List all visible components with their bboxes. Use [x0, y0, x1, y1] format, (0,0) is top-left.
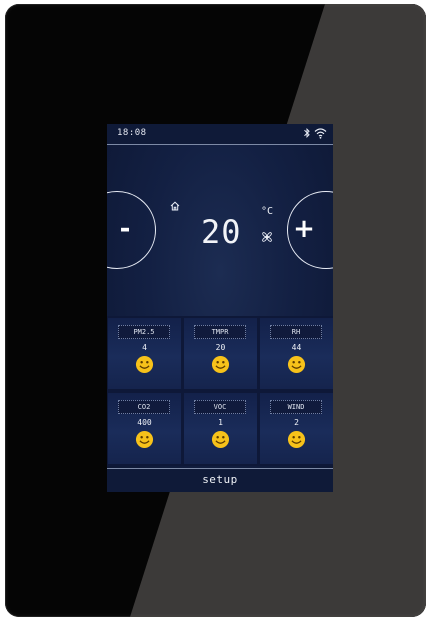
set-temperature: 20	[201, 213, 242, 251]
sensor-tile-voc[interactable]: VOC 1	[184, 393, 257, 464]
temperature-unit: °C	[261, 206, 274, 217]
sensor-tile-co2[interactable]: CO2 400	[108, 393, 181, 464]
sensor-value: 44	[291, 343, 302, 352]
thermostat-device: 18:08 - 20 °C + PM2.5 4 TMPR 20 RH 44 CO…	[5, 4, 426, 617]
footer-bar: setup	[107, 468, 333, 492]
wifi-icon	[314, 128, 327, 139]
sensor-tile-tmpr[interactable]: TMPR 20	[184, 318, 257, 389]
sensor-tile-rh[interactable]: RH 44	[260, 318, 333, 389]
smiley-icon	[211, 355, 230, 374]
plus-label: +	[293, 214, 315, 244]
setup-button[interactable]: setup	[107, 473, 333, 486]
sensor-label: RH	[270, 325, 322, 339]
thermostat-panel: - 20 °C +	[107, 145, 333, 315]
sensor-value: 20	[215, 343, 226, 352]
smiley-icon	[287, 355, 306, 374]
sensor-grid: PM2.5 4 TMPR 20 RH 44 CO2 400 VOC 1 WIND…	[107, 316, 333, 466]
clock-time: 18:08	[117, 128, 147, 138]
smiley-icon	[135, 430, 154, 449]
fan-icon[interactable]	[261, 231, 273, 243]
smiley-icon	[135, 355, 154, 374]
sensor-tile-wind[interactable]: WIND 2	[260, 393, 333, 464]
bluetooth-icon	[304, 127, 310, 139]
sensor-label: PM2.5	[118, 325, 170, 339]
sensor-tile-pm25[interactable]: PM2.5 4	[108, 318, 181, 389]
smiley-icon	[287, 430, 306, 449]
minus-label: -	[119, 214, 131, 244]
sensor-value: 4	[142, 343, 147, 352]
sensor-label: CO2	[118, 400, 170, 414]
sensor-label: VOC	[194, 400, 246, 414]
sensor-value: 1	[218, 418, 223, 427]
sensor-label: TMPR	[194, 325, 246, 339]
decrease-temperature-button[interactable]: -	[107, 191, 156, 269]
smiley-icon	[211, 430, 230, 449]
sensor-value: 400	[137, 418, 152, 427]
home-icon	[170, 201, 180, 211]
sensor-label: WIND	[270, 400, 322, 414]
status-bar: 18:08	[107, 124, 333, 145]
sensor-value: 2	[294, 418, 299, 427]
increase-temperature-button[interactable]: +	[287, 191, 333, 269]
touch-screen: 18:08 - 20 °C + PM2.5 4 TMPR 20 RH 44 CO…	[107, 124, 333, 492]
